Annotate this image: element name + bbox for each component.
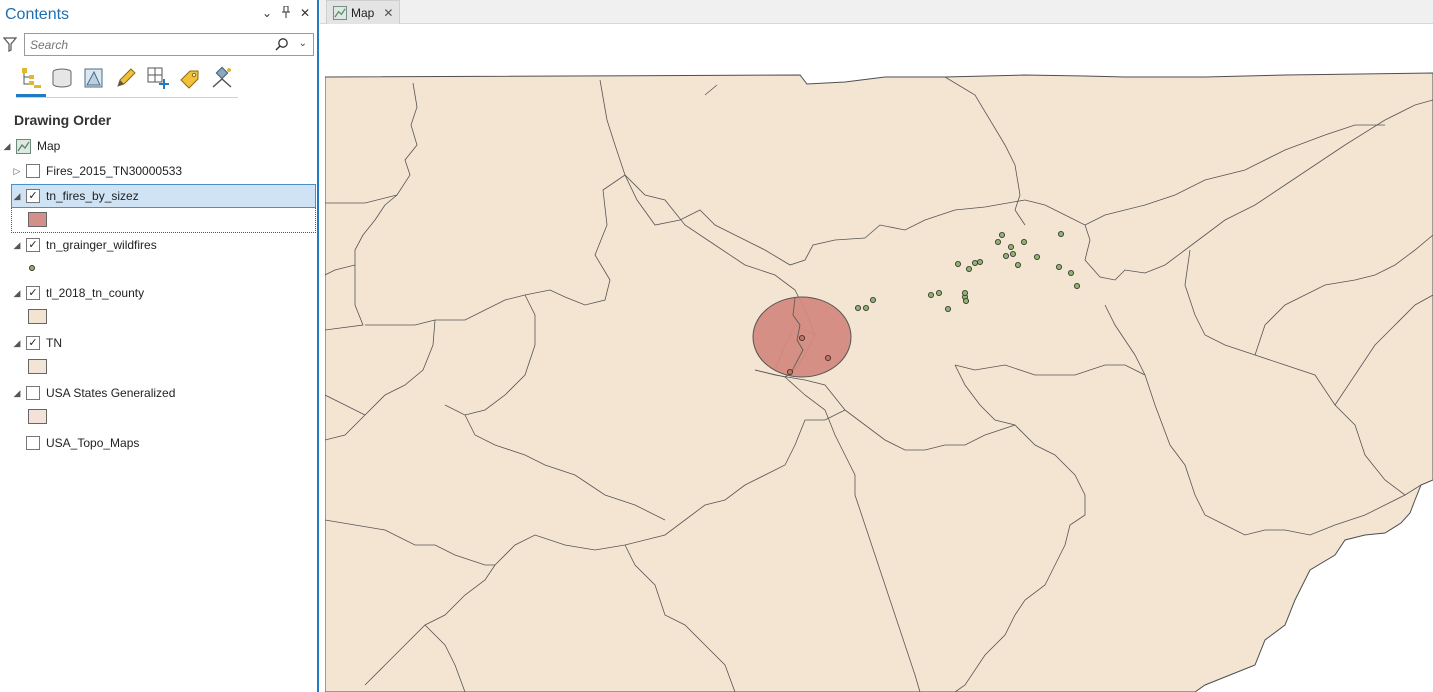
wildfire-point[interactable] — [962, 289, 969, 296]
wildfire-point[interactable] — [1034, 253, 1041, 260]
wildfire-point[interactable] — [977, 258, 984, 265]
close-tab-button[interactable]: ✕ — [383, 6, 393, 20]
pane-title: Contents — [5, 6, 70, 23]
selected-layer-legend-frame — [11, 208, 316, 233]
expand-toggle[interactable]: ◢ — [12, 388, 22, 399]
drawing-order-heading: Drawing Order — [14, 112, 112, 128]
search-input[interactable] — [25, 34, 265, 55]
wildfire-point[interactable] — [1015, 261, 1022, 268]
layer-row-tl-2018-tn-county[interactable]: ◢ ✓ tl_2018_tn_county — [0, 282, 316, 304]
layer-visibility-checkbox[interactable]: ✓ — [26, 189, 40, 203]
expand-toggle[interactable]: ◢ — [12, 191, 22, 202]
layer-visibility-checkbox[interactable]: ✓ — [26, 336, 40, 350]
layer-row-usa-states-generalized[interactable]: ◢ USA States Generalized — [0, 382, 316, 404]
layer-label: tn_fires_by_sizez — [46, 189, 139, 203]
pin-icon[interactable] — [280, 5, 292, 21]
wildfire-point[interactable] — [798, 334, 805, 341]
tab-label: Map — [351, 5, 375, 20]
wildfire-point[interactable] — [786, 368, 793, 375]
wildfire-point[interactable] — [966, 265, 973, 272]
layer-label: USA_Topo_Maps — [46, 436, 140, 450]
map-icon — [16, 138, 31, 154]
wildfire-point[interactable] — [1056, 263, 1063, 270]
wildfire-point[interactable] — [995, 238, 1002, 245]
layer-visibility-checkbox[interactable] — [26, 164, 40, 178]
wildfire-point[interactable] — [1008, 243, 1015, 250]
contents-pane: Contents ⌄ ✕ ⌄ — [0, 0, 318, 692]
expand-toggle[interactable]: ◢ — [12, 338, 22, 349]
layer-row-usa-topo-maps[interactable]: USA_Topo_Maps — [0, 432, 316, 454]
list-by-selection-icon[interactable] — [82, 66, 106, 90]
layer-row-tn-fires-by-sizez[interactable]: ◢ ✓ tn_fires_by_sizez — [11, 184, 316, 208]
wildfire-point[interactable] — [945, 305, 952, 312]
layer-label: TN — [46, 336, 62, 350]
map-icon — [333, 5, 347, 20]
map-view[interactable] — [325, 25, 1433, 692]
wildfire-point[interactable] — [1074, 282, 1081, 289]
wildfire-point[interactable] — [824, 354, 831, 361]
view-tab-bar: Map ✕ — [320, 0, 1433, 24]
wildfire-point[interactable] — [955, 260, 962, 267]
layer-point-symbol[interactable] — [29, 265, 35, 271]
layer-label: Fires_2015_TN30000533 — [46, 164, 183, 178]
expand-toggle[interactable]: ▷ — [12, 166, 22, 177]
pane-controls: ⌄ ✕ — [261, 5, 311, 21]
wildfire-point[interactable] — [1068, 269, 1075, 276]
tab-map[interactable]: Map ✕ — [326, 0, 400, 24]
expand-toggle[interactable]: ◢ — [2, 141, 12, 152]
wildfire-point[interactable] — [870, 296, 877, 303]
wildfire-point[interactable] — [1058, 230, 1065, 237]
wildfire-point[interactable] — [863, 304, 870, 311]
layer-symbol-swatch[interactable] — [28, 212, 47, 227]
layer-label: USA States Generalized — [46, 386, 176, 400]
wildfire-point[interactable] — [928, 291, 935, 298]
wildfire-point[interactable] — [1003, 252, 1010, 259]
list-by-data-source-icon[interactable] — [50, 66, 74, 90]
layer-symbol-swatch[interactable] — [28, 359, 47, 374]
layer-symbol-swatch[interactable] — [28, 309, 47, 324]
layer-visibility-checkbox[interactable] — [26, 436, 40, 450]
map-canvas[interactable] — [325, 25, 1433, 692]
wildfire-point[interactable] — [855, 304, 862, 311]
layer-label: tl_2018_tn_county — [46, 286, 145, 300]
layer-row-fires-2015[interactable]: ▷ Fires_2015_TN30000533 — [0, 160, 316, 182]
pane-options-dropdown[interactable]: ⌄ — [261, 6, 273, 21]
wildfire-point[interactable] — [1021, 238, 1028, 245]
layer-visibility-checkbox[interactable]: ✓ — [26, 286, 40, 300]
toolbar-selected-indicator — [16, 94, 46, 97]
list-by-editing-icon[interactable] — [114, 66, 138, 90]
list-by-drawing-order-icon[interactable] — [19, 66, 43, 90]
close-pane-button[interactable]: ✕ — [299, 6, 311, 21]
list-by-perspective-imagery-icon[interactable] — [210, 66, 234, 90]
tennessee-land — [325, 72, 1433, 692]
wildfire-point[interactable] — [972, 259, 979, 266]
layer-visibility-checkbox[interactable] — [26, 386, 40, 400]
layer-row-tn-grainger-wildfires[interactable]: ◢ ✓ tn_grainger_wildfires — [0, 234, 316, 256]
expand-toggle[interactable]: ◢ — [12, 288, 22, 299]
layer-visibility-checkbox[interactable]: ✓ — [26, 238, 40, 252]
filter-icon[interactable] — [3, 36, 17, 52]
list-by-snapping-icon[interactable] — [146, 66, 170, 90]
pane-splitter[interactable] — [317, 0, 319, 692]
wildfire-point[interactable] — [1010, 250, 1017, 257]
layer-symbol-swatch[interactable] — [28, 409, 47, 424]
wildfire-point[interactable] — [999, 231, 1006, 238]
search-options-dropdown[interactable]: ⌄ — [299, 38, 307, 49]
wildfire-point[interactable] — [936, 289, 943, 296]
wildfire-point[interactable] — [963, 297, 970, 304]
list-by-labeling-icon[interactable] — [178, 66, 202, 90]
contents-toolbar — [16, 64, 238, 98]
expand-toggle[interactable]: ◢ — [12, 240, 22, 251]
tree-map-root[interactable]: ◢ Map — [0, 135, 316, 157]
layer-row-tn[interactable]: ◢ ✓ TN — [0, 332, 316, 354]
layer-label: tn_grainger_wildfires — [46, 238, 157, 252]
search-box[interactable]: ⌄ — [24, 33, 314, 56]
map-label: Map — [37, 139, 61, 153]
search-icon[interactable] — [275, 37, 289, 51]
